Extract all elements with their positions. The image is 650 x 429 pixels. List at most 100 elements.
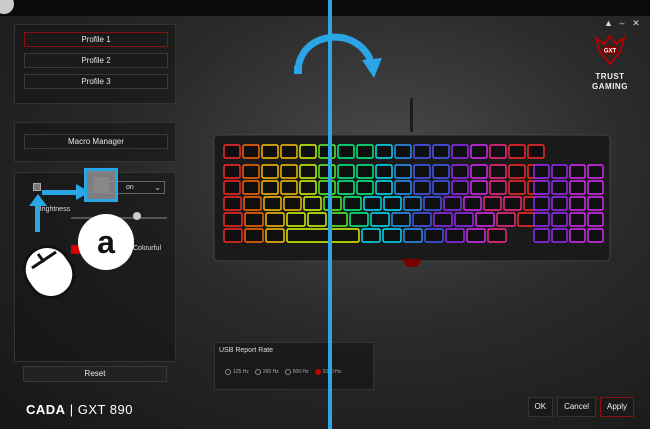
profile-1-button[interactable]: Profile 1 xyxy=(24,32,168,47)
profile-3-button[interactable]: Profile 3 xyxy=(24,74,168,89)
keyboard-key xyxy=(283,196,302,211)
keyboard-key xyxy=(424,228,444,243)
macro-box: Macro Manager xyxy=(14,122,176,162)
eject-icon[interactable]: ▲ xyxy=(604,18,613,28)
keyboard-key xyxy=(299,180,317,195)
keyboard-key xyxy=(242,164,260,179)
numpad-key xyxy=(587,212,604,227)
logo-separator: | xyxy=(69,402,74,417)
keyboard-key xyxy=(349,212,369,227)
keyboard-key xyxy=(286,212,306,227)
keyboard-key xyxy=(356,180,374,195)
keyboard-key xyxy=(508,180,526,195)
keyboard-key xyxy=(243,196,262,211)
reset-button[interactable]: Reset xyxy=(23,366,167,382)
keyboard-key xyxy=(432,180,450,195)
keyboard-key xyxy=(432,164,450,179)
window-controls: ▲ – ✕ xyxy=(604,18,640,28)
keyboard-key xyxy=(489,144,507,159)
arrow-up-icon xyxy=(29,194,47,232)
keyboard-key xyxy=(337,164,355,179)
keyboard-key xyxy=(483,196,502,211)
keyboard-key xyxy=(223,144,241,159)
ok-button[interactable]: OK xyxy=(527,397,554,417)
keyboard-key xyxy=(361,228,381,243)
keyboard-key xyxy=(286,228,360,243)
brightness-slider-handle[interactable] xyxy=(133,212,141,220)
keyboard-key xyxy=(318,144,336,159)
keyboard-key xyxy=(403,196,422,211)
usb-option-125[interactable]: 125 Hz xyxy=(225,369,249,375)
keyboard-key xyxy=(318,180,336,195)
keyboard-key xyxy=(503,196,522,211)
rotate-arrow-icon xyxy=(294,33,382,78)
lighting-mode-value: on xyxy=(126,184,134,191)
keyboard-key xyxy=(487,228,507,243)
numpad-key xyxy=(551,180,568,195)
keyboard-key xyxy=(343,196,362,211)
keyboard-key xyxy=(375,164,393,179)
top-strip xyxy=(0,0,650,16)
profiles-box: Profile 1 Profile 2 Profile 3 xyxy=(14,24,176,104)
keyboard-key xyxy=(307,212,327,227)
usb-option-250[interactable]: 250 Hz xyxy=(254,369,279,375)
numpad-key xyxy=(587,164,604,179)
usb-option-500[interactable]: 500 Hz xyxy=(284,369,309,375)
keyboard-key xyxy=(280,144,298,159)
keyboard-key xyxy=(470,180,488,195)
keyboard-key xyxy=(223,212,243,227)
radio-icon[interactable] xyxy=(225,369,231,375)
colourful-label: Colourful xyxy=(133,245,162,252)
keyboard-key xyxy=(470,164,488,179)
profile-2-button[interactable]: Profile 2 xyxy=(24,53,168,68)
numpad-key xyxy=(569,196,586,211)
keyboard-image[interactable] xyxy=(212,131,612,271)
brand-seal-text: GXT xyxy=(604,49,617,55)
radio-selected-icon[interactable] xyxy=(314,369,321,375)
minimize-icon[interactable]: – xyxy=(618,18,626,28)
keyboard-key xyxy=(451,144,469,159)
macro-manager-button[interactable]: Macro Manager xyxy=(24,134,168,149)
keyboard-key xyxy=(375,180,393,195)
keyboard-key xyxy=(412,212,432,227)
keyboard-logo-badge xyxy=(402,259,422,267)
keyboard-key xyxy=(261,144,279,159)
keyboard-key xyxy=(244,228,264,243)
keyboard-key xyxy=(223,228,243,243)
keyboard-key xyxy=(403,228,423,243)
keyboard-key xyxy=(337,144,355,159)
keyboard-key xyxy=(433,212,453,227)
apply-button[interactable]: Apply xyxy=(599,397,634,417)
keyboard-key xyxy=(383,196,402,211)
numpad-key xyxy=(551,164,568,179)
numpad-key xyxy=(533,212,550,227)
keyboard-key xyxy=(445,228,465,243)
numpad-key xyxy=(569,212,586,227)
keyboard-key xyxy=(394,180,412,195)
radio-icon[interactable] xyxy=(254,369,261,375)
radio-icon[interactable] xyxy=(284,369,291,375)
keyboard-key xyxy=(413,164,431,179)
keyboard-key xyxy=(280,180,298,195)
keyboard-key xyxy=(299,164,317,179)
keyboard-key xyxy=(223,164,241,179)
keyboard-key xyxy=(242,180,260,195)
numpad-key xyxy=(587,180,604,195)
annotation-badge: a xyxy=(78,214,134,270)
keyboard-key xyxy=(265,212,285,227)
keyboard-key xyxy=(394,144,412,159)
close-icon[interactable]: ✕ xyxy=(632,18,640,28)
keyboard-key xyxy=(323,196,342,211)
keyboard-key xyxy=(451,164,469,179)
keyboard-key xyxy=(382,228,402,243)
cancel-button[interactable]: Cancel xyxy=(557,397,596,417)
keyboard-key xyxy=(489,164,507,179)
keyboard-key xyxy=(463,196,482,211)
keyboard-key xyxy=(489,180,507,195)
keyboard-key xyxy=(451,180,469,195)
numpad-key xyxy=(587,228,604,243)
usb-report-rate-box: USB Report Rate 125 Hz 250 Hz 500 Hz 100… xyxy=(214,342,374,390)
keyboard-key xyxy=(394,164,412,179)
keyboard-key xyxy=(432,144,450,159)
chevron-down-icon: ⌄ xyxy=(154,183,161,192)
